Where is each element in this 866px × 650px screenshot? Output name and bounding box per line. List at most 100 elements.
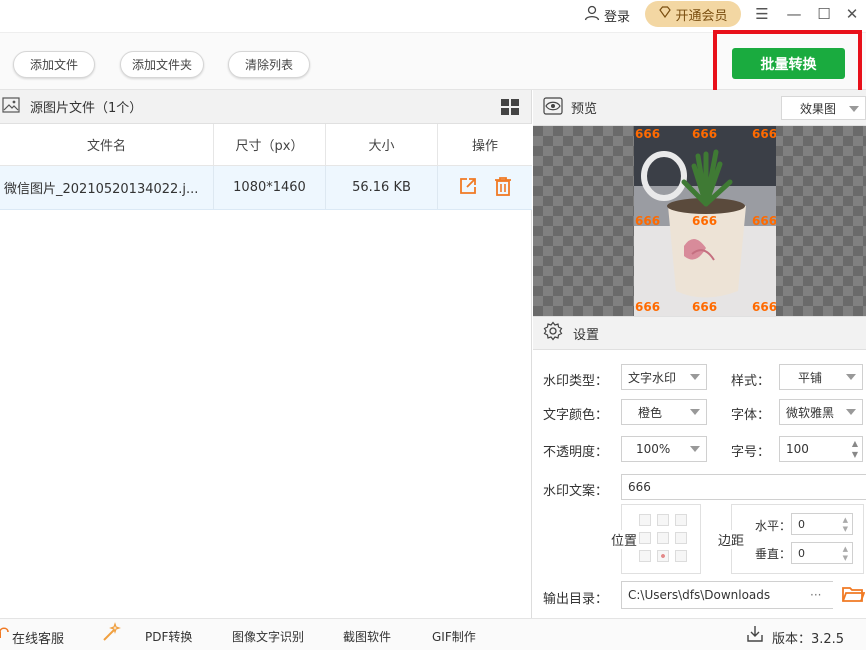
clear-list-button[interactable]: 清除列表 xyxy=(228,51,310,78)
watermark-type-value: 文字水印 xyxy=(628,370,677,385)
menu-icon[interactable]: ☰ xyxy=(752,4,772,24)
font-value: 微软雅黑 xyxy=(786,405,835,420)
folder-icon[interactable] xyxy=(841,582,866,610)
margin-label: 边距 xyxy=(716,530,747,549)
trash-icon[interactable] xyxy=(494,176,512,200)
stepper-arrows-icon[interactable]: ▲ ▼ xyxy=(843,516,848,534)
open-external-icon[interactable] xyxy=(458,176,478,200)
watermark-text: 666 xyxy=(752,127,776,141)
column-size: 大小 xyxy=(326,124,438,165)
preview-mode-select[interactable]: 效果图 xyxy=(781,96,866,120)
preview-mode-value: 效果图 xyxy=(800,101,837,116)
font-select[interactable]: 微软雅黑 xyxy=(779,399,863,425)
output-dir-label: 输出目录： xyxy=(543,592,609,607)
file-dimensions-cell: 1080*1460 xyxy=(214,166,326,209)
watermark-text: 666 xyxy=(752,300,776,314)
style-select[interactable]: 平铺 xyxy=(779,364,863,390)
add-file-button[interactable]: 添加文件 xyxy=(13,51,95,78)
output-dir-input[interactable]: C:\Users\dfs\Downloads xyxy=(621,581,833,609)
column-filename: 文件名 xyxy=(0,124,214,165)
chevron-down-icon xyxy=(690,409,700,415)
version-label: 版本：3.2.5 xyxy=(772,632,845,647)
watermark-text-label: 水印文案： xyxy=(543,484,609,499)
column-dimensions: 尺寸（px） xyxy=(214,124,326,165)
vertical-label: 垂直： xyxy=(755,547,792,561)
grid-view-icon[interactable] xyxy=(501,99,519,119)
style-label: 样式： xyxy=(731,374,771,389)
close-icon[interactable]: ✕ xyxy=(842,4,862,24)
vip-button[interactable]: 开通会员 xyxy=(645,1,741,27)
stepper-arrows-icon[interactable]: ▲ ▼ xyxy=(843,545,848,563)
download-icon xyxy=(746,625,764,646)
diamond-icon xyxy=(658,5,672,23)
position-cell[interactable] xyxy=(639,550,651,562)
font-size-stepper[interactable]: 100 ▲ ▼ xyxy=(779,436,863,462)
preview-header: 预览 效果图 xyxy=(533,90,866,126)
horizontal-label: 水平： xyxy=(755,519,792,533)
position-cell[interactable] xyxy=(675,532,687,544)
text-color-select[interactable]: 橙色 xyxy=(621,399,707,425)
right-panel: 预览 效果图 666 666 666 666 666 666 666 666 6… xyxy=(533,90,866,618)
text-color-value: 橙色 xyxy=(638,405,663,420)
ocr-link[interactable]: 图像文字识别 xyxy=(232,628,304,645)
chevron-down-icon xyxy=(690,446,700,452)
image-icon xyxy=(2,96,20,117)
browse-more-button[interactable]: ··· xyxy=(805,582,833,608)
watermark-text: 666 xyxy=(635,127,661,141)
position-cell[interactable] xyxy=(639,514,651,526)
position-cell[interactable] xyxy=(657,532,669,544)
watermark-text: 666 xyxy=(692,300,718,314)
headset-icon xyxy=(0,626,10,647)
settings-gear-icon xyxy=(543,321,563,345)
position-cell[interactable] xyxy=(639,532,651,544)
screenshot-software-link[interactable]: 截图软件 xyxy=(343,628,391,645)
position-cell[interactable] xyxy=(657,550,669,562)
watermark-text: 666 xyxy=(692,214,718,228)
horizontal-margin-stepper[interactable]: 0 ▲ ▼ xyxy=(791,513,853,535)
eye-icon xyxy=(543,96,563,119)
minimize-icon[interactable]: — xyxy=(784,4,804,24)
login-link[interactable]: 登录 xyxy=(584,5,630,25)
settings-title: 设置 xyxy=(573,327,600,343)
vip-label: 开通会员 xyxy=(675,8,728,24)
font-size-value: 100 xyxy=(786,442,809,456)
text-color-label: 文字颜色： xyxy=(543,408,609,423)
position-cell[interactable] xyxy=(675,550,687,562)
watermark-text: 666 xyxy=(692,127,718,141)
status-bar: 在线客服 PDF转换 图像文字识别 截图软件 GIF制作 版本：3.2.5 xyxy=(0,618,866,650)
title-bar: 登录 开通会员 ☰ — ☐ ✕ xyxy=(0,0,866,32)
vertical-margin-stepper[interactable]: 0 ▲ ▼ xyxy=(791,542,853,564)
gif-maker-link[interactable]: GIF制作 xyxy=(432,628,476,645)
user-icon xyxy=(584,5,600,25)
file-size-cell: 56.16 KB xyxy=(326,166,438,209)
source-panel-title: 源图片文件（1个） xyxy=(30,101,143,116)
watermark-text: 666 xyxy=(635,300,661,314)
position-cell[interactable] xyxy=(657,514,669,526)
file-name-cell: 微信图片_20210520134022.j... xyxy=(0,166,214,209)
watermark-text-input[interactable]: 666 xyxy=(621,474,866,500)
watermark-text: 666 xyxy=(752,214,776,228)
watermark-text: 666 xyxy=(635,214,661,228)
online-service-link[interactable]: 在线客服 xyxy=(12,628,64,647)
opacity-select[interactable]: 100% xyxy=(621,436,707,462)
stepper-arrows-icon[interactable]: ▲ ▼ xyxy=(852,438,858,460)
preview-image: 666 666 666 666 666 666 666 666 666 xyxy=(634,126,776,316)
style-value: 平铺 xyxy=(798,370,823,385)
settings-header: 设置 xyxy=(533,316,866,350)
opacity-value: 100% xyxy=(636,442,671,456)
maximize-icon[interactable]: ☐ xyxy=(814,4,834,24)
opacity-label: 不透明度： xyxy=(543,445,609,460)
horizontal-margin-value: 0 xyxy=(798,517,805,531)
position-cell[interactable] xyxy=(675,514,687,526)
chevron-down-icon xyxy=(846,409,856,415)
source-panel: 源图片文件（1个） 文件名 尺寸（px） 大小 操作 微信图片_20210520… xyxy=(0,90,532,618)
column-actions: 操作 xyxy=(471,139,498,154)
watermark-type-select[interactable]: 文字水印 xyxy=(621,364,707,390)
position-grid[interactable] xyxy=(639,514,687,562)
batch-convert-button[interactable]: 批量转换 xyxy=(732,48,845,79)
chevron-down-icon xyxy=(846,374,856,380)
add-folder-button[interactable]: 添加文件夹 xyxy=(120,51,204,78)
table-row[interactable]: 微信图片_20210520134022.j... 1080*1460 56.16… xyxy=(0,166,532,210)
pdf-convert-link[interactable]: PDF转换 xyxy=(145,628,192,645)
position-label: 位置 xyxy=(609,530,640,549)
